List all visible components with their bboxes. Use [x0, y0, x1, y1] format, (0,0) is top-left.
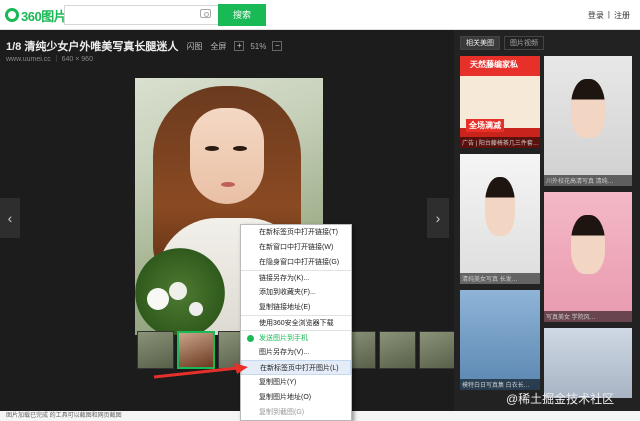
context-menu-item[interactable]: 发送图片到手机 — [241, 330, 351, 345]
title-row: 1/8 清纯少女户外唯美写真长腿迷人 闪图 全屏 + 51% − — [6, 38, 283, 54]
ad-card[interactable]: 天然藤编家私 全场满减 广告 | 阳台藤椅茶几三件套… — [460, 56, 540, 148]
context-menu-item[interactable]: 在隐身窗口中打开链接(G) — [241, 255, 351, 270]
logo-ring-icon — [5, 8, 19, 22]
related-card[interactable] — [544, 328, 632, 398]
logo-text: 360图片 — [21, 8, 67, 24]
register-link[interactable]: 注册 — [614, 10, 630, 21]
context-menu-item[interactable]: 在新窗口中打开链接(W) — [241, 240, 351, 255]
thumbnail[interactable] — [419, 331, 457, 369]
ad-title: 天然藤编家私 — [470, 60, 518, 69]
top-bar: 360图片 搜索 登录 | 注册 — [0, 0, 640, 30]
phone-icon — [247, 335, 254, 342]
zoom-in-button[interactable]: + — [234, 41, 245, 51]
menu-item-label: 使用360安全浏览器下载 — [259, 320, 334, 327]
menu-item-label: 图片另存为(V)... — [259, 349, 310, 356]
related-card[interactable]: 写真美女 学院风… — [544, 192, 632, 322]
thumbnail[interactable] — [379, 331, 417, 369]
context-menu-item[interactable]: 复制到截图(G) — [241, 405, 351, 420]
menu-item-label: 在新窗口中打开链接(W) — [259, 244, 334, 251]
related-panel: 相关美图 图片视频 天然藤编家私 全场满减 广告 | 阳台藤椅茶几三件套… 川外… — [454, 30, 640, 411]
user-links: 登录 | 注册 — [588, 10, 630, 21]
context-menu-item[interactable]: 在新标签页中打开图片(L) — [241, 360, 351, 375]
context-menu-item[interactable]: 在新标签页中打开链接(T) — [241, 225, 351, 240]
menu-item-label: 链接另存为(K)... — [259, 275, 310, 282]
context-menu: 在新标签页中打开链接(T) 在新窗口中打开链接(W) 在隐身窗口中打开链接(G) 链接… — [240, 224, 352, 421]
site-logo[interactable]: 360图片 — [5, 7, 67, 24]
related-card[interactable]: 清纯美女写真 长发… — [460, 154, 540, 284]
context-menu-item[interactable]: 复制图片(Y) — [241, 375, 351, 390]
panel-tabs: 相关美图 图片视频 — [460, 36, 544, 50]
image-source[interactable]: www.uumei.cc ｜ 640 × 960 — [6, 54, 93, 64]
flash-button[interactable]: 闪图 — [186, 41, 202, 52]
watermark: @稀土掘金技术社区 — [506, 392, 615, 406]
image-title: 1/8 清纯少女户外唯美写真长腿迷人 — [6, 41, 179, 53]
menu-item-label: 复制链接地址(E) — [259, 304, 311, 311]
context-menu-item[interactable]: 添加到收藏夹(F)... — [241, 285, 351, 300]
menu-item-label: 复制图片地址(O) — [259, 394, 312, 401]
ad-badge: 全场满减 — [466, 119, 504, 132]
context-menu-item[interactable]: 链接另存为(K)... — [241, 270, 351, 285]
related-card[interactable]: 川外校花高清写真 清纯… — [544, 56, 632, 186]
ad-caption: 广告 | 阳台藤椅茶几三件套… — [460, 137, 540, 148]
prev-image-button[interactable]: ‹ — [0, 198, 20, 238]
menu-item-label: 添加到收藏夹(F)... — [259, 289, 316, 296]
context-menu-item[interactable]: 复制链接地址(E) — [241, 300, 351, 315]
next-image-button[interactable]: › — [427, 198, 449, 238]
card-caption: 清纯美女写真 长发… — [460, 273, 540, 284]
fullscreen-button[interactable]: 全屏 — [210, 41, 226, 52]
link-divider: | — [607, 10, 610, 19]
zoom-value: 51% — [250, 41, 267, 51]
login-link[interactable]: 登录 — [588, 10, 604, 21]
menu-item-label: 在新标签页中打开链接(T) — [259, 229, 338, 236]
search-input[interactable] — [64, 5, 220, 25]
menu-item-label: 在隐身窗口中打开链接(G) — [259, 259, 340, 266]
context-menu-item[interactable]: 复制图片地址(O) — [241, 390, 351, 405]
menu-item-label: 复制图片(Y) — [259, 379, 297, 386]
menu-item-label: 复制到截图(G) — [259, 409, 305, 416]
related-card[interactable]: 模特白日写真集 白衣长… — [460, 290, 540, 390]
menu-item-label: 在新标签页中打开图片(L) — [260, 365, 339, 372]
search-button[interactable]: 搜索 — [218, 4, 266, 26]
camera-icon[interactable] — [200, 9, 211, 18]
red-arrow-annotation — [153, 363, 248, 379]
zoom-control: + 51% − — [234, 41, 283, 51]
card-caption: 写真美女 学院风… — [544, 311, 632, 322]
card-caption: 模特白日写真集 白衣长… — [460, 379, 540, 390]
context-menu-item[interactable]: 使用360安全浏览器下载 — [241, 315, 351, 330]
card-caption: 川外校花高清写真 清纯… — [544, 175, 632, 186]
context-menu-item[interactable]: 图片另存为(V)... — [241, 345, 351, 360]
zoom-out-button[interactable]: − — [272, 41, 283, 51]
tab-related[interactable]: 相关美图 — [460, 36, 500, 50]
tab-video[interactable]: 图片视频 — [504, 36, 544, 50]
menu-item-label: 发送图片到手机 — [259, 335, 308, 342]
